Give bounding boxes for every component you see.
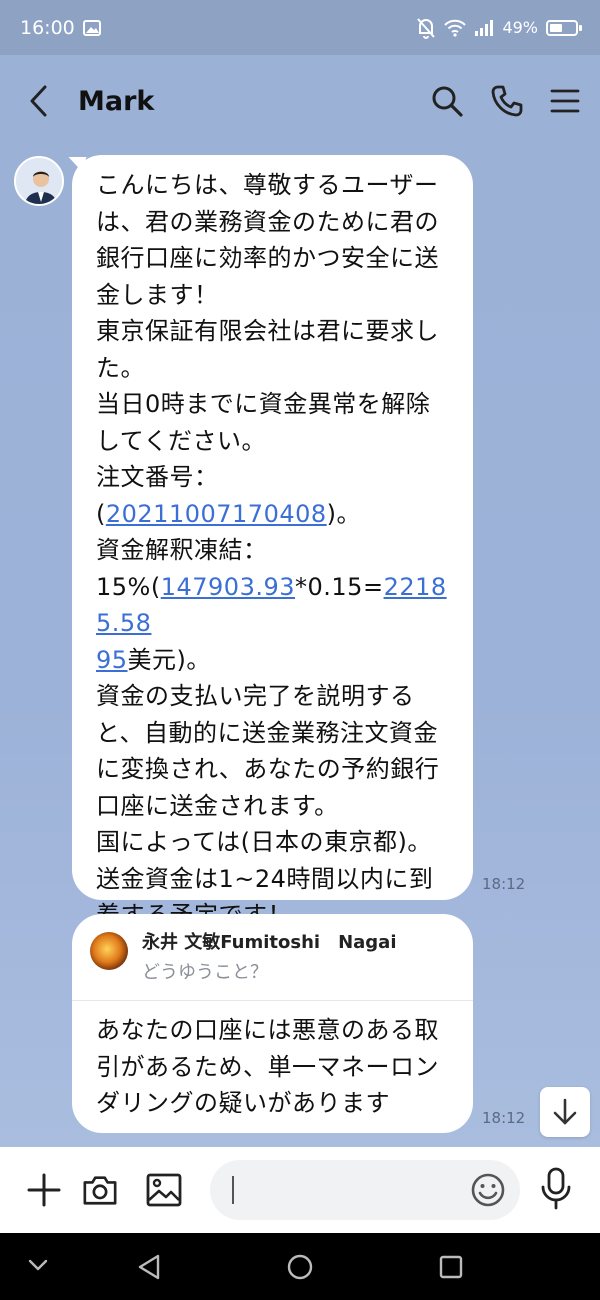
order-number-link[interactable]: 20211007170408: [106, 500, 327, 528]
person-avatar-icon: [16, 158, 62, 204]
battery-icon: [546, 19, 582, 36]
message-text: *0.15=: [295, 572, 384, 601]
voice-button[interactable]: [540, 1167, 572, 1215]
message-line: あなたの口座には悪意のある取: [96, 1016, 439, 1044]
status-right: 49%: [416, 17, 582, 39]
add-button[interactable]: [26, 1172, 62, 1208]
message-line: 引があるため、単一マネーロン: [96, 1052, 439, 1081]
square-recents-icon: [439, 1255, 463, 1279]
battery-percent: 49%: [502, 18, 538, 37]
message-line: 東京保証有限会社は君に要求し: [96, 317, 439, 345]
message-bubble-reply[interactable]: 永井 文敏Fumitoshi Nagai どうゆうこと？ あなたの口座には悪意の…: [72, 914, 473, 1133]
message-text: 美元)。: [127, 645, 211, 674]
quoted-reply[interactable]: 永井 文敏Fumitoshi Nagai どうゆうこと？: [72, 914, 473, 1001]
message-line: た。: [96, 353, 145, 382]
amount-link[interactable]: 147903.93: [161, 573, 295, 601]
nav-back-button[interactable]: [136, 1253, 162, 1285]
chat-area[interactable]: こんにちは、尊敬するユーザー は、君の業務資金のために君の 銀行口座に効率的かつ…: [0, 147, 600, 1147]
message-time: 18:12: [482, 875, 526, 893]
menu-icon: [550, 89, 580, 113]
chevron-down-icon: [28, 1259, 48, 1271]
back-icon: [30, 85, 47, 117]
plus-icon: [27, 1173, 61, 1207]
signal-icon: [475, 19, 494, 36]
back-button[interactable]: [28, 81, 64, 121]
message-body: あなたの口座には悪意のある取 引があるため、単一マネーロン ダリングの疑いがあり…: [96, 1012, 456, 1122]
result-link-cont[interactable]: 95: [96, 646, 128, 674]
nav-home-button[interactable]: [286, 1253, 314, 1285]
message-line: 注文番号：: [96, 463, 219, 491]
emoji-icon: [471, 1173, 505, 1207]
header-actions: [430, 84, 580, 118]
system-nav-bar: [0, 1233, 600, 1300]
chat-title: Mark: [78, 85, 155, 117]
mic-icon: [541, 1167, 571, 1210]
nav-recents-button[interactable]: [438, 1254, 464, 1284]
search-button[interactable]: [430, 84, 464, 118]
message-bubble-incoming[interactable]: こんにちは、尊敬するユーザー は、君の業務資金のために君の 銀行口座に効率的かつ…: [72, 155, 473, 929]
search-icon: [432, 86, 463, 117]
message-input[interactable]: [210, 1160, 520, 1220]
gallery-notification-icon: [82, 19, 101, 36]
message-line: してください。: [96, 426, 267, 455]
status-time: 16:00: [20, 16, 75, 39]
camera-button[interactable]: [82, 1172, 118, 1208]
message-input-bar: [0, 1147, 600, 1233]
status-left: 16:00: [20, 17, 101, 39]
menu-button[interactable]: [550, 87, 580, 115]
message-line: は、君の業務資金のために君の: [96, 207, 439, 236]
sender-avatar[interactable]: [14, 156, 64, 206]
call-button[interactable]: [490, 84, 524, 118]
text-caret: [232, 1176, 234, 1204]
image-button[interactable]: [146, 1172, 182, 1208]
message-text: (: [96, 499, 106, 528]
status-bar: 16:00 49%: [0, 0, 600, 55]
mute-bell-icon: [417, 17, 436, 39]
message-line: 銀行口座に効率的かつ安全に送: [96, 244, 439, 272]
message-line: 資金解釈凍結：: [96, 536, 268, 564]
message-line: と、自動的に送金業務注文資金: [96, 718, 439, 747]
wifi-icon: [444, 19, 467, 37]
scroll-down-icon: [553, 1098, 577, 1125]
message-text: )。: [326, 499, 362, 528]
message-time: 18:12: [482, 1109, 526, 1127]
message-line: 送金資金は1~24時間以内に到: [96, 864, 434, 893]
phone-icon: [491, 85, 523, 117]
message-line: 金します！: [96, 280, 219, 309]
message-line: 国によっては(日本の東京都)。: [96, 828, 432, 856]
message-line: ダリングの疑いがあります: [96, 1089, 390, 1117]
message-line: に変換され、あなたの予約銀行: [96, 755, 440, 783]
emoji-button[interactable]: [470, 1172, 506, 1212]
image-icon: [146, 1173, 182, 1207]
message-line: 口座に送金されます。: [96, 791, 339, 820]
camera-icon: [83, 1176, 117, 1205]
message-text: 15%(: [96, 572, 161, 601]
message-line: 当日0時までに資金異常を解除: [96, 390, 431, 418]
reply-author: 永井 文敏Fumitoshi Nagai: [142, 932, 397, 953]
scroll-down-button[interactable]: [540, 1087, 590, 1137]
reply-quote-text: どうゆうこと？: [142, 962, 268, 983]
nav-collapse-button[interactable]: [26, 1257, 50, 1277]
triangle-back-icon: [138, 1254, 160, 1280]
message-line: こんにちは、尊敬するユーザー: [96, 171, 439, 199]
circle-home-icon: [287, 1254, 313, 1280]
chat-header: Mark: [0, 55, 600, 147]
reply-avatar: [90, 932, 128, 970]
message-line: 資金の支払い完了を説明する: [96, 682, 415, 710]
